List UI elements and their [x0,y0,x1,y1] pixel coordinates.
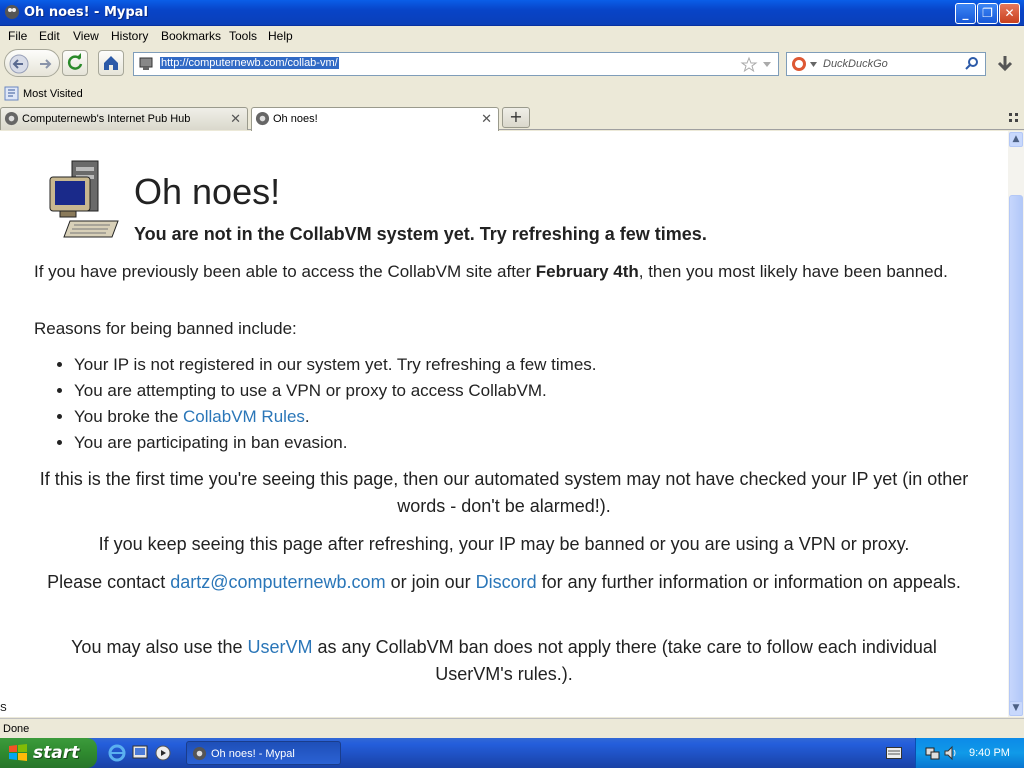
menu-view[interactable]: View [73,29,99,43]
refresh-note: If you keep seeing this page after refre… [98,534,910,554]
contact-text: Please contact [47,572,171,592]
status-text: Done [3,723,30,735]
back-forward-group [4,49,60,77]
page-content: Oh noes! You are not in the CollabVM sys… [0,131,1008,717]
list-item: You are participating in ban evasion. [74,430,597,456]
bookmark-star-icon[interactable] [740,56,758,74]
menu-history[interactable]: History [111,29,148,43]
reasons-list: Your IP is not registered in our system … [74,352,597,456]
duckduckgo-icon[interactable] [791,56,807,72]
new-tab-button[interactable]: + [502,107,530,128]
page-subtitle: You are not in the CollabVM system yet. … [134,224,707,244]
list-item: Your IP is not registered in our system … [74,352,597,378]
reasons-intro: Reasons for being banned include: [34,319,297,338]
menu-help[interactable]: Help [268,29,293,43]
uservm-text: as any CollabVM ban does not apply there… [312,637,937,684]
list-item: You broke the CollabVM Rules. [74,404,597,430]
email-link[interactable]: dartz@computernewb.com [170,572,385,592]
ban-text-end: , then you most likely have been banned. [638,262,948,281]
tab-close-icon[interactable]: ✕ [481,111,492,127]
tab-favicon-icon [4,111,19,126]
keyboard-icon[interactable] [886,747,902,759]
windows-logo-icon [9,744,27,761]
contact-note: Please contact dartz@computernewb.com or… [34,569,974,596]
most-visited-link[interactable]: Most Visited [23,88,83,100]
volume-icon[interactable] [943,745,959,761]
most-visited-icon [4,86,19,101]
computer-icon [49,160,119,238]
forward-arrow-icon[interactable] [36,55,54,73]
ban-explanation: If you have previously been able to acce… [34,259,964,284]
system-tray: 9:40 PM [915,738,1024,768]
menu-bookmarks[interactable]: Bookmarks [161,29,221,43]
search-placeholder: DuckDuckGo [823,58,888,70]
tab-favicon-icon [255,111,270,126]
reload-icon [67,53,83,70]
discord-link[interactable]: Discord [476,572,537,592]
menu-edit[interactable]: Edit [39,29,60,43]
taskbar-item-mypal[interactable]: Oh noes! - Mypal [186,741,341,765]
stray-character: S [0,703,7,714]
show-desktop-icon[interactable] [132,744,148,762]
first-time-note: If this is the first time you're seeing … [39,469,969,516]
bookmarks-toolbar: Most Visited [0,84,1024,104]
page-title: Oh noes! [134,171,281,212]
home-icon [104,56,118,70]
menu-tools[interactable]: Tools [229,29,257,43]
home-button[interactable] [98,50,124,76]
back-arrow-icon[interactable] [9,54,29,74]
media-player-icon[interactable] [155,745,171,761]
reload-button[interactable] [62,50,88,76]
tab-label: Computernewb's Internet Pub Hub [22,113,191,125]
collabvm-rules-link[interactable]: CollabVM Rules [183,407,305,426]
window-title: Oh noes! - Mypal [24,5,148,20]
contact-text: or join our [385,572,476,592]
site-identity-icon[interactable] [138,56,154,72]
internet-explorer-icon[interactable] [108,744,126,762]
ban-text-start: If you have previously been able to acce… [34,262,536,281]
clock[interactable]: 9:40 PM [969,747,1010,759]
tab-computernewb[interactable]: Computernewb's Internet Pub Hub ✕ [0,107,248,130]
status-bar: Done [0,718,1024,738]
scroll-thumb[interactable] [1009,195,1023,705]
uservm-note: You may also use the UserVM as any Colla… [34,634,974,688]
restore-icon: ❐ [982,6,993,20]
list-item: You are attempting to use a VPN or proxy… [74,378,597,404]
close-button[interactable]: ✕ [999,3,1020,24]
menu-bar: File Edit View History Bookmarks Tools H… [0,27,1024,45]
uservm-text: You may also use the [71,637,248,657]
search-icon[interactable] [965,57,979,71]
taskbar: start Oh noes! - Mypal 9:40 PM [0,738,1024,768]
mypal-icon [5,5,19,19]
download-icon[interactable] [992,52,1018,76]
close-icon: ✕ [1004,6,1015,20]
uservm-link[interactable]: UserVM [248,637,313,657]
network-icon[interactable] [924,745,940,761]
taskbar-item-label: Oh noes! - Mypal [211,748,295,760]
url-text[interactable]: http://computernewb.com/collab-vm/ [160,57,339,69]
search-bar[interactable]: DuckDuckGo [786,52,986,76]
ban-date: February 4th [535,262,639,281]
menu-file[interactable]: File [8,29,27,43]
minimize-button[interactable]: _ [955,3,976,24]
minimize-icon: _ [962,6,969,20]
start-button[interactable]: start [0,738,97,768]
scroll-down-icon[interactable]: ▼ [1009,701,1023,716]
restore-button[interactable]: ❐ [977,3,998,24]
tab-oh-noes[interactable]: Oh noes! ✕ [251,107,499,131]
scroll-up-icon[interactable]: ▲ [1009,132,1023,147]
tab-label: Oh noes! [273,113,318,125]
list-item-text: . [304,407,310,426]
engine-dropdown-icon[interactable] [810,62,817,67]
url-dropdown-icon[interactable] [762,61,772,69]
url-bar[interactable]: http://computernewb.com/collab-vm/ [133,52,779,76]
title-bar: Oh noes! - Mypal _ ❐ ✕ [0,0,1024,26]
vertical-scrollbar[interactable]: ▲ ▼ [1008,131,1024,717]
mypal-task-icon [192,746,207,761]
list-item-text: You broke the [74,407,184,426]
tab-list-icon[interactable] [1008,112,1020,124]
contact-text: for any further information or informati… [536,572,961,592]
tab-close-icon[interactable]: ✕ [230,111,241,127]
start-label: start [33,743,80,763]
